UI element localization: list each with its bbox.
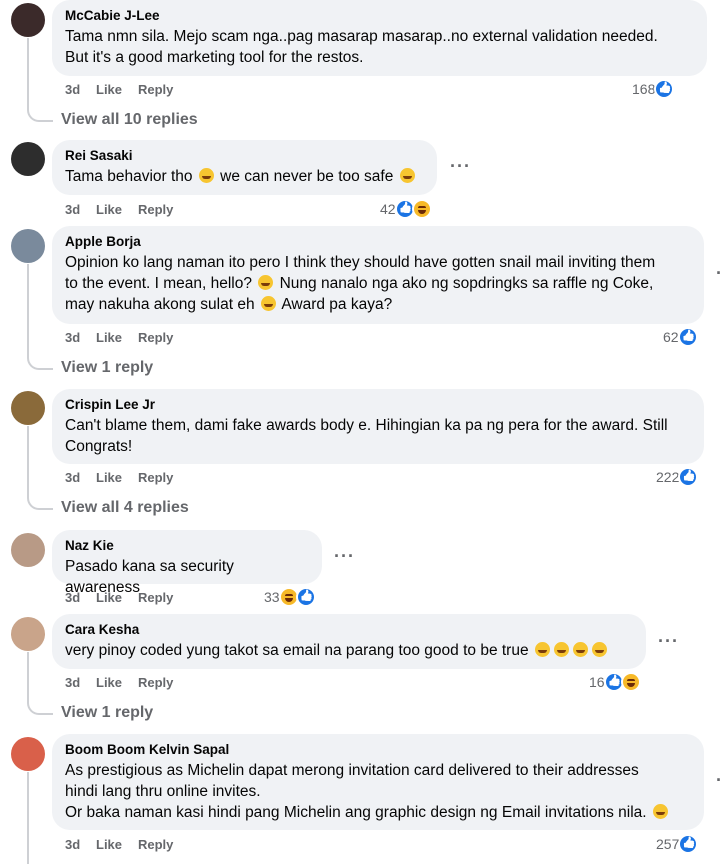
more-options-icon[interactable]: ·: [716, 263, 720, 284]
haha-reaction-icon: [411, 199, 432, 219]
rolling-eyes-emoji-icon: [260, 296, 276, 311]
like-reaction-icon: [678, 467, 699, 487]
reaction-count: 222: [656, 469, 680, 485]
reaction-summary[interactable]: 16: [589, 672, 641, 692]
comment-text: very pinoy coded yung takot sa email na …: [65, 640, 634, 661]
grin-emoji-icon: [198, 168, 214, 183]
reaction-count: 16: [589, 674, 605, 690]
reaction-summary[interactable]: 168: [632, 79, 675, 99]
timestamp[interactable]: 3d: [65, 470, 96, 485]
view-replies-link[interactable]: View all 4 replies: [61, 499, 189, 517]
reaction-summary[interactable]: 42: [380, 199, 432, 219]
reply-button[interactable]: Reply: [138, 82, 173, 97]
comment-actions: 3d Like Reply: [65, 675, 173, 690]
avatar[interactable]: [11, 737, 45, 771]
comment-bubble: Crispin Lee Jr Can't blame them, dami fa…: [52, 389, 704, 464]
avatar[interactable]: [11, 229, 45, 263]
commenter-name[interactable]: Boom Boom Kelvin Sapal: [65, 741, 692, 758]
timestamp[interactable]: 3d: [65, 82, 96, 97]
comment-text: Tama behavior tho we can never be too sa…: [65, 166, 425, 187]
comment-text: Opinion ko lang naman ito pero I think t…: [65, 254, 656, 313]
laughing-emoji-icon: [534, 642, 550, 657]
more-options-icon[interactable]: ···: [450, 156, 471, 177]
view-replies-link[interactable]: View 1 reply: [61, 704, 153, 722]
like-reaction-icon: [654, 79, 675, 99]
comment-actions: 3d Like Reply: [65, 470, 173, 485]
thread-line: [27, 772, 53, 864]
comment-text: As prestigious as Michelin dapat merong …: [65, 760, 692, 823]
comment-text: Can't blame them, dami fake awards body …: [65, 417, 668, 455]
commenter-name[interactable]: McCabie J-Lee: [65, 7, 695, 24]
rolling-eyes-emoji-icon: [258, 275, 274, 290]
comment-bubble: Rei Sasaki Tama behavior tho we can neve…: [52, 140, 437, 195]
view-replies-link[interactable]: View all 10 replies: [61, 111, 198, 129]
thread-line: [27, 38, 53, 122]
avatar[interactable]: [11, 142, 45, 176]
like-reaction-icon: [295, 587, 316, 607]
thread-line: [27, 426, 53, 510]
reaction-summary[interactable]: 33: [264, 587, 316, 607]
comment-actions: 3d Like Reply: [65, 82, 173, 97]
crying-emoji-icon: [591, 642, 607, 657]
haha-reaction-icon: [620, 672, 641, 692]
comment-actions: 3d Like Reply: [65, 590, 173, 605]
view-replies-link[interactable]: View 1 reply: [61, 359, 153, 377]
timestamp[interactable]: 3d: [65, 202, 96, 217]
crying-emoji-icon: [572, 642, 588, 657]
comment-bubble: Boom Boom Kelvin Sapal As prestigious as…: [52, 734, 704, 830]
reply-button[interactable]: Reply: [138, 590, 173, 605]
comment-actions: 3d Like Reply: [65, 837, 173, 852]
more-options-icon[interactable]: ···: [658, 631, 679, 652]
laughing-emoji-icon: [399, 168, 415, 183]
timestamp[interactable]: 3d: [65, 590, 96, 605]
like-button[interactable]: Like: [96, 82, 138, 97]
like-button[interactable]: Like: [96, 837, 138, 852]
reply-button[interactable]: Reply: [138, 202, 173, 217]
thread-line: [27, 652, 53, 715]
timestamp[interactable]: 3d: [65, 330, 96, 345]
like-reaction-icon: [678, 834, 699, 854]
reaction-count: 62: [663, 329, 679, 345]
commenter-name[interactable]: Naz Kie: [65, 537, 310, 554]
timestamp[interactable]: 3d: [65, 675, 96, 690]
grin-emoji-icon: [652, 804, 668, 819]
like-button[interactable]: Like: [96, 470, 138, 485]
reaction-summary[interactable]: 222: [656, 467, 699, 487]
reaction-count: 168: [632, 81, 656, 97]
comment-actions: 3d Like Reply: [65, 330, 173, 345]
comment-bubble: Cara Kesha very pinoy coded yung takot s…: [52, 614, 646, 669]
comment-bubble: Naz Kie Pasado kana sa security awarenes…: [52, 530, 322, 596]
commenter-name[interactable]: Apple Borja: [65, 233, 692, 250]
like-button[interactable]: Like: [96, 675, 138, 690]
avatar[interactable]: [11, 533, 45, 567]
reply-button[interactable]: Reply: [138, 330, 173, 345]
commenter-name[interactable]: Cara Kesha: [65, 621, 634, 638]
comment-bubble: Apple Borja Opinion ko lang naman ito pe…: [52, 226, 704, 324]
avatar[interactable]: [11, 617, 45, 651]
thread-line: [27, 264, 53, 370]
comment-actions: 3d Like Reply: [65, 202, 173, 217]
reaction-count: 42: [380, 201, 396, 217]
timestamp[interactable]: 3d: [65, 837, 96, 852]
reaction-count: 33: [264, 589, 280, 605]
reaction-count: 257: [656, 836, 680, 852]
more-options-icon[interactable]: ·: [716, 770, 720, 791]
reply-button[interactable]: Reply: [138, 837, 173, 852]
comment-bubble: McCabie J-Lee Tama nmn sila. Mejo scam n…: [52, 0, 707, 76]
reaction-summary[interactable]: 62: [663, 327, 698, 347]
commenter-name[interactable]: Rei Sasaki: [65, 147, 425, 164]
commenter-name[interactable]: Crispin Lee Jr: [65, 396, 692, 413]
avatar[interactable]: [11, 391, 45, 425]
reply-button[interactable]: Reply: [138, 675, 173, 690]
reply-button[interactable]: Reply: [138, 470, 173, 485]
like-button[interactable]: Like: [96, 202, 138, 217]
comment-text: Tama nmn sila. Mejo scam nga..pag masara…: [65, 28, 658, 66]
more-options-icon[interactable]: ···: [334, 546, 355, 567]
like-reaction-icon: [677, 327, 698, 347]
avatar[interactable]: [11, 3, 45, 37]
laughing-emoji-icon: [553, 642, 569, 657]
like-button[interactable]: Like: [96, 330, 138, 345]
reaction-summary[interactable]: 257: [656, 834, 699, 854]
like-button[interactable]: Like: [96, 590, 138, 605]
